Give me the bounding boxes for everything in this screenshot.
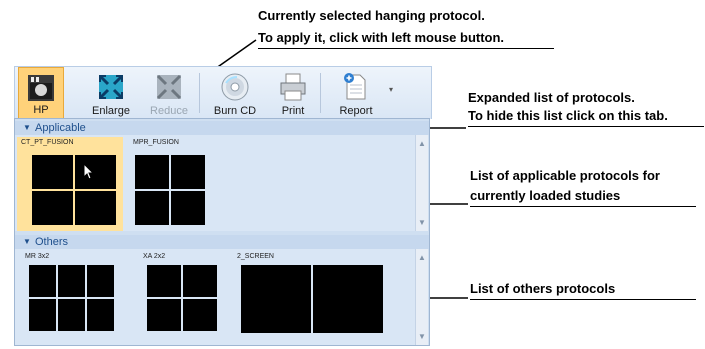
layout-cell xyxy=(87,265,114,297)
layout-cell xyxy=(135,191,169,225)
layout-cell xyxy=(29,265,56,297)
layout-cell xyxy=(29,299,56,331)
collapse-arrow-icon: ▼ xyxy=(23,237,31,246)
applicable-section-title: Applicable xyxy=(35,122,86,134)
scroll-down-icon[interactable]: ▼ xyxy=(416,332,428,341)
cd-icon xyxy=(221,73,249,101)
scroll-up-icon[interactable]: ▲ xyxy=(416,139,428,148)
print-button-label: Print xyxy=(281,105,305,117)
protocol-label: CT_PT_FUSION xyxy=(21,139,74,146)
protocol-2-screen[interactable]: 2_SCREEN xyxy=(237,251,397,339)
layout-cell xyxy=(32,191,73,225)
others-scrollbar[interactable]: ▲ ▼ xyxy=(415,249,428,345)
hp-button[interactable]: HP xyxy=(18,67,64,119)
burn-cd-button[interactable]: Burn CD xyxy=(205,67,265,119)
protocol-mpr-fusion[interactable]: MPR_FUSION xyxy=(131,137,223,229)
enlarge-button[interactable]: Enlarge xyxy=(85,67,137,119)
protocol-label: 2_SCREEN xyxy=(237,253,274,260)
protocol-xa-2x2[interactable]: XA 2x2 xyxy=(143,251,227,339)
layout-cell xyxy=(32,155,73,189)
applicable-section-tab[interactable]: ▼ Applicable xyxy=(15,121,429,135)
layout-cell xyxy=(58,265,85,297)
report-icon xyxy=(344,73,366,100)
protocol-label: MPR_FUSION xyxy=(133,139,179,146)
hanging-protocol-icon xyxy=(28,75,54,101)
protocol-ct-pt-fusion[interactable]: CT_PT_FUSION xyxy=(19,137,121,229)
others-protocol-list: MR 3x2 XA 2x2 2_SCREEN xyxy=(15,249,417,345)
layout-cell xyxy=(87,299,114,331)
others-section-tab[interactable]: ▼ Others xyxy=(15,235,429,249)
report-button-label: Report xyxy=(339,105,373,117)
reduce-icon xyxy=(156,74,182,100)
applicable-scrollbar[interactable]: ▲ ▼ xyxy=(415,135,428,231)
collapse-arrow-icon: ▼ xyxy=(23,123,31,132)
enlarge-button-label: Enlarge xyxy=(92,105,130,117)
layout-cell xyxy=(313,265,383,333)
layout-cell xyxy=(171,191,205,225)
print-button[interactable]: Print xyxy=(269,67,317,119)
enlarge-icon xyxy=(98,74,124,100)
scroll-down-icon[interactable]: ▼ xyxy=(416,218,428,227)
layout-cell xyxy=(75,155,116,189)
layout-cell xyxy=(58,299,85,331)
reduce-button-label: Reduce xyxy=(150,105,188,117)
layout-cell xyxy=(171,155,205,189)
toolbar-separator xyxy=(320,73,321,113)
layout-cell xyxy=(241,265,311,333)
reduce-button[interactable]: Reduce xyxy=(143,67,195,119)
toolbar: HP Enlarge Reduce Burn CD Print Report ▾ xyxy=(14,66,432,119)
printer-icon xyxy=(280,73,306,101)
protocol-mr-3x2[interactable]: MR 3x2 xyxy=(25,251,131,339)
layout-cell xyxy=(75,191,116,225)
layout-cell xyxy=(183,299,217,331)
others-section-title: Others xyxy=(35,236,69,248)
report-button[interactable]: Report xyxy=(325,67,387,119)
mouse-cursor-icon xyxy=(83,163,95,180)
report-dropdown-icon[interactable]: ▾ xyxy=(389,85,393,94)
layout-cell xyxy=(183,265,217,297)
layout-cell xyxy=(135,155,169,189)
burn-cd-button-label: Burn CD xyxy=(213,105,257,117)
protocol-label: XA 2x2 xyxy=(143,253,166,260)
scroll-up-icon[interactable]: ▲ xyxy=(416,253,428,262)
toolbar-separator xyxy=(199,73,200,113)
hp-button-label: HP xyxy=(33,104,49,116)
layout-cell xyxy=(147,265,181,297)
protocol-label: MR 3x2 xyxy=(25,253,50,260)
layout-cell xyxy=(147,299,181,331)
protocol-panel: ▼ Applicable CT_PT_FUSION MPR_FUSION ▲ ▼ xyxy=(14,118,430,346)
applicable-protocol-list: CT_PT_FUSION MPR_FUSION xyxy=(15,135,417,231)
